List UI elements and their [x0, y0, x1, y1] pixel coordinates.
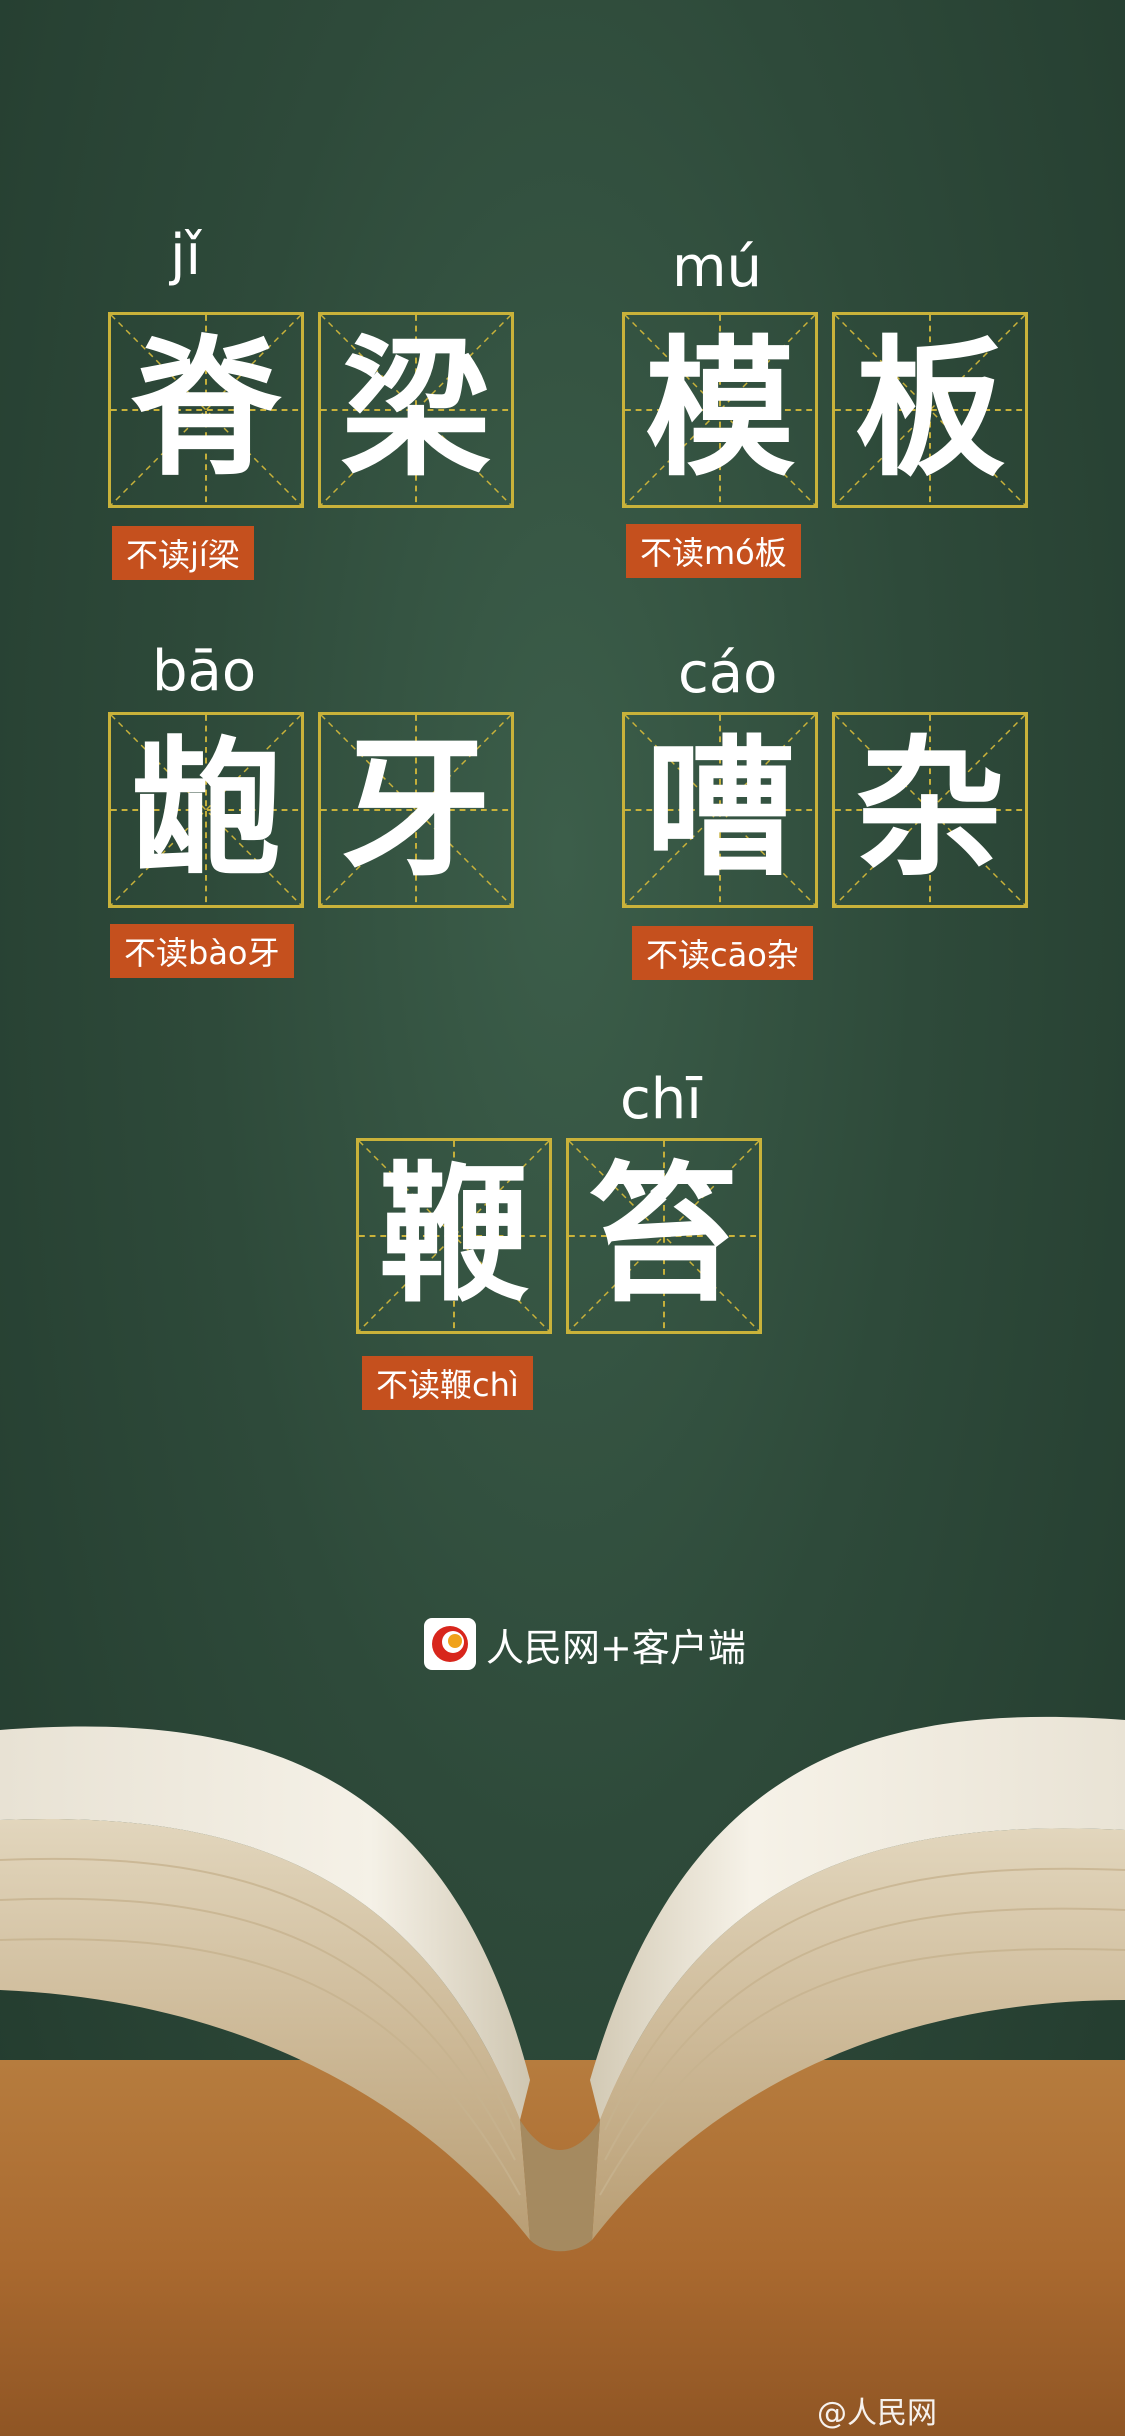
- pinyin-label: jǐ: [170, 223, 202, 288]
- logo-text: 人民网+客户端: [486, 1625, 746, 1670]
- chinese-character: 模: [644, 323, 795, 497]
- peoples-daily-logo: 人民网+客户端: [424, 1614, 746, 1674]
- chinese-character: 梁: [340, 323, 491, 497]
- char-cell: 板: [832, 312, 1028, 508]
- wrong-pronunciation-label: 不读jí梁: [112, 526, 254, 580]
- chinese-character: 板: [854, 323, 1005, 497]
- pinyin-label: cáo: [678, 641, 778, 706]
- chinese-character: 龅: [130, 723, 281, 897]
- wrong-pronunciation-label: 不读鞭chì: [362, 1356, 533, 1410]
- char-cell: 模: [622, 312, 818, 508]
- wrong-pronunciation-label: 不读cāo杂: [632, 926, 813, 980]
- chinese-character: 笞: [588, 1149, 739, 1323]
- open-book-illustration: [0, 1716, 1125, 2252]
- char-cell: 鞭: [356, 1138, 552, 1334]
- weibo-credit: @人民网: [817, 2396, 937, 2431]
- chinese-character: 杂: [854, 723, 1005, 897]
- pinyin-label: bāo: [152, 639, 257, 704]
- chinese-character: 牙: [340, 723, 491, 897]
- pinyin-label: chī: [620, 1067, 702, 1132]
- char-cell: 杂: [832, 712, 1028, 908]
- chinese-character: 嘈: [644, 723, 795, 897]
- char-cell: 脊: [108, 312, 304, 508]
- pinyin-label: mú: [672, 235, 763, 300]
- char-cell: 嘈: [622, 712, 818, 908]
- char-cell: 龅: [108, 712, 304, 908]
- char-cell: 牙: [318, 712, 514, 908]
- wrong-pronunciation-label: 不读bào牙: [110, 924, 294, 978]
- logo-badge-icon: [424, 1618, 476, 1670]
- char-cell: 梁: [318, 312, 514, 508]
- chinese-character: 脊: [130, 323, 281, 497]
- wrong-pronunciation-label: 不读mó板: [626, 524, 801, 578]
- char-cell: 笞: [566, 1138, 762, 1334]
- chinese-character: 鞭: [378, 1149, 529, 1323]
